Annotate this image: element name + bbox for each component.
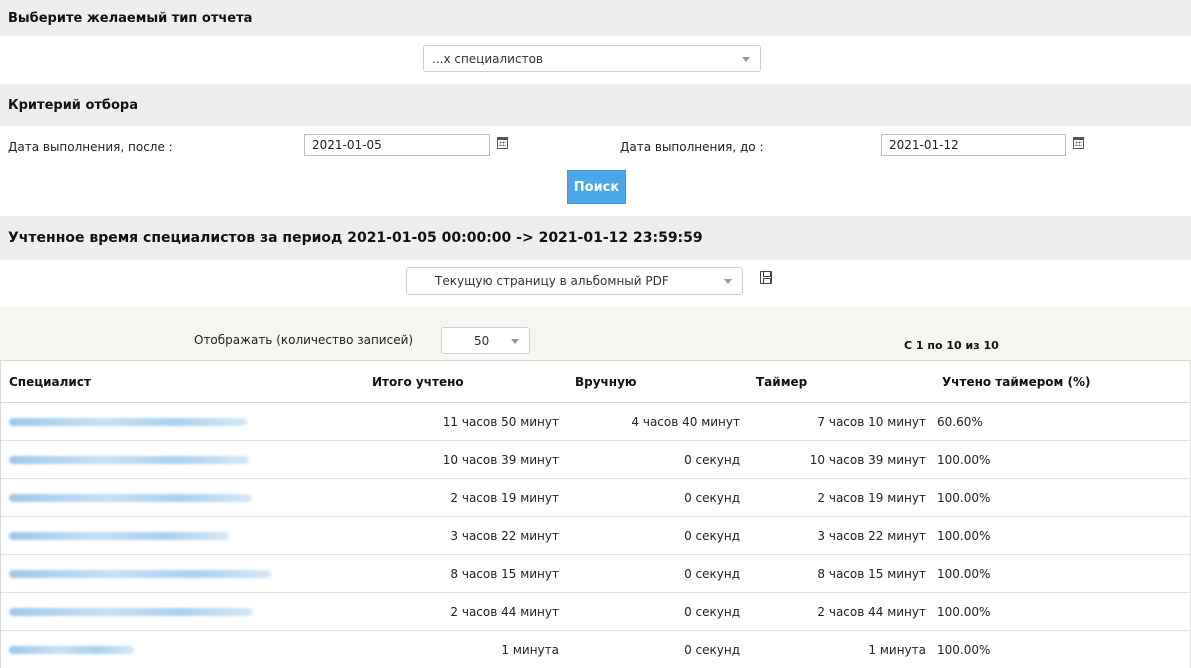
table-row: 3 часов 22 минут 0 секунд 3 часов 22 мин…: [1, 516, 1190, 555]
manual-cell: 0 секунд: [567, 478, 748, 517]
total-cell: 1 минута: [364, 630, 567, 668]
pager-bar: [0, 307, 1191, 360]
pager-info: С 1 по 10 из 10: [904, 339, 999, 352]
manual-cell: 0 секунд: [567, 440, 748, 479]
column-header-manual[interactable]: Вручную: [567, 360, 748, 403]
timer-pct-cell: 100.00%: [934, 592, 1190, 631]
timer-pct-cell: 100.00%: [934, 630, 1190, 668]
table-row: 2 часов 44 минут 0 секунд 2 часов 44 мин…: [1, 592, 1190, 631]
table-row: 10 часов 39 минут 0 секунд 10 часов 39 м…: [1, 440, 1190, 479]
date-before-value: 2021-01-12: [889, 138, 959, 152]
timer-pct-cell: 100.00%: [934, 478, 1190, 517]
column-header-timer[interactable]: Таймер: [748, 360, 934, 403]
timer-pct-cell: 60.60%: [934, 402, 1190, 441]
timer-cell: 2 часов 19 минут: [748, 478, 934, 517]
manual-cell: 0 секунд: [567, 516, 748, 555]
timer-pct-cell: 100.00%: [934, 440, 1190, 479]
report-type-header: Выберите желаемый тип отчета: [0, 0, 1191, 36]
report-type-header-text: Выберите желаемый тип отчета: [8, 10, 253, 26]
table-row: 2 часов 19 минут 0 секунд 2 часов 19 мин…: [1, 478, 1190, 517]
specialist-link[interactable]: [1, 554, 364, 593]
total-cell: 3 часов 22 минут: [364, 516, 567, 555]
table-header-row: Специалист Итого учтено Вручную Таймер У…: [1, 360, 1190, 403]
chevron-down-icon: [724, 279, 732, 284]
export-format-select[interactable]: Текущую страницу в альбомный PDF: [406, 267, 743, 295]
timer-cell: 7 часов 10 минут: [748, 402, 934, 441]
total-cell: 2 часов 44 минут: [364, 592, 567, 631]
calendar-icon[interactable]: [497, 137, 508, 149]
timer-cell: 2 часов 44 минут: [748, 592, 934, 631]
timer-cell: 8 часов 15 минут: [748, 554, 934, 593]
manual-cell: 0 секунд: [567, 592, 748, 631]
table-row: 11 часов 50 минут 4 часов 40 минут 7 час…: [1, 402, 1190, 441]
manual-cell: 4 часов 40 минут: [567, 402, 748, 441]
timer-pct-cell: 100.00%: [934, 516, 1190, 555]
column-header-timer-pct[interactable]: Учтено таймером (%): [934, 360, 1190, 403]
page-size-select[interactable]: 50: [441, 327, 530, 354]
date-after-field[interactable]: 2021-01-05: [304, 134, 490, 156]
criteria-header: Критерий отбора: [0, 84, 1191, 126]
specialist-link[interactable]: [1, 478, 364, 517]
search-button[interactable]: Поиск: [567, 170, 626, 204]
column-header-specialist[interactable]: Специалист: [1, 360, 364, 403]
results-header-text: Учтенное время специалистов за период 20…: [8, 230, 703, 246]
specialist-time-table: Специалист Итого учтено Вручную Таймер У…: [1, 360, 1190, 668]
save-icon[interactable]: [760, 271, 772, 284]
manual-cell: 0 секунд: [567, 630, 748, 668]
specialist-link[interactable]: [1, 630, 364, 668]
timer-cell: 10 часов 39 минут: [748, 440, 934, 479]
results-header: Учтенное время специалистов за период 20…: [0, 216, 1191, 260]
page-size-value: 50: [474, 333, 490, 348]
date-before-label: Дата выполнения, до :: [620, 140, 764, 154]
timer-cell: 1 минута: [748, 630, 934, 668]
timer-cell: 3 часов 22 минут: [748, 516, 934, 555]
table-row: 1 минута 0 секунд 1 минута 100.00%: [1, 630, 1190, 668]
date-after-value: 2021-01-05: [312, 138, 382, 152]
specialist-link[interactable]: [1, 440, 364, 479]
manual-cell: 0 секунд: [567, 554, 748, 593]
date-before-field[interactable]: 2021-01-12: [881, 134, 1066, 156]
table-row: 8 часов 15 минут 0 секунд 8 часов 15 мин…: [1, 554, 1190, 593]
total-cell: 11 часов 50 минут: [364, 402, 567, 441]
total-cell: 10 часов 39 минут: [364, 440, 567, 479]
specialist-link[interactable]: [1, 516, 364, 555]
specialist-link[interactable]: [1, 402, 364, 441]
column-header-total[interactable]: Итого учтено: [364, 360, 567, 403]
total-cell: 8 часов 15 минут: [364, 554, 567, 593]
report-type-select-value: ...х специалистов: [432, 51, 543, 66]
date-after-label: Дата выполнения, после :: [8, 140, 173, 154]
calendar-icon[interactable]: [1073, 137, 1084, 149]
chevron-down-icon: [511, 338, 519, 344]
export-format-value: Текущую страницу в альбомный PDF: [435, 274, 669, 288]
timer-pct-cell: 100.00%: [934, 554, 1190, 593]
specialist-link[interactable]: [1, 592, 364, 631]
report-type-select[interactable]: ...х специалистов: [423, 45, 761, 72]
chevron-down-icon: [742, 56, 750, 62]
total-cell: 2 часов 19 минут: [364, 478, 567, 517]
criteria-header-text: Критерий отбора: [8, 97, 138, 113]
page-size-label: Отображать (количество записей): [194, 333, 414, 347]
